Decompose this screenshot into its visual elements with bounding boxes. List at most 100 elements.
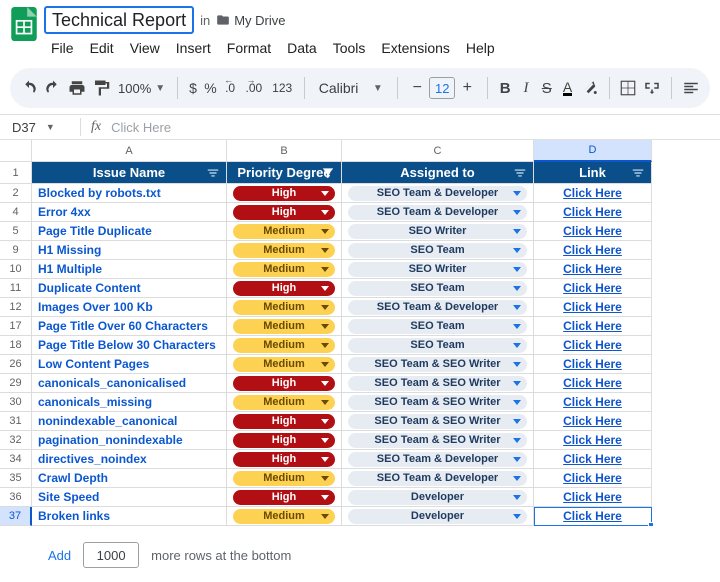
cell-link[interactable]: Click Here	[534, 184, 652, 203]
cell-link[interactable]: Click Here	[534, 336, 652, 355]
cell-assigned[interactable]: SEO Writer	[342, 260, 534, 279]
cell-assigned[interactable]: SEO Writer	[342, 222, 534, 241]
cell-issue[interactable]: Duplicate Content	[32, 279, 227, 298]
menu-format[interactable]: Format	[220, 36, 278, 60]
menu-edit[interactable]: Edit	[83, 36, 121, 60]
borders-button[interactable]	[619, 74, 637, 102]
assigned-chip[interactable]: SEO Writer	[348, 262, 527, 277]
assigned-chip[interactable]: SEO Team & Developer	[348, 205, 527, 220]
cell-issue[interactable]: Page Title Duplicate	[32, 222, 227, 241]
font-select[interactable]: Calibri▼	[315, 80, 387, 96]
row-header[interactable]: 10	[0, 260, 32, 279]
cell-link[interactable]: Click Here	[534, 450, 652, 469]
priority-pill[interactable]: Medium	[233, 262, 335, 277]
priority-pill[interactable]: Medium	[233, 319, 335, 334]
link-text[interactable]: Click Here	[563, 395, 622, 409]
priority-pill[interactable]: High	[233, 376, 335, 391]
cell-issue[interactable]: Low Content Pages	[32, 355, 227, 374]
print-button[interactable]	[68, 74, 86, 102]
link-text[interactable]: Click Here	[563, 281, 622, 295]
menu-extensions[interactable]: Extensions	[374, 36, 456, 60]
cell-assigned[interactable]: SEO Team & Developer	[342, 469, 534, 488]
priority-pill[interactable]: High	[233, 414, 335, 429]
add-rows-count[interactable]: 1000	[83, 542, 139, 568]
priority-pill[interactable]: High	[233, 205, 335, 220]
doc-title[interactable]: Technical Report	[44, 6, 194, 34]
priority-pill[interactable]: Medium	[233, 471, 335, 486]
menu-tools[interactable]: Tools	[326, 36, 373, 60]
link-text[interactable]: Click Here	[563, 186, 622, 200]
menu-file[interactable]: File	[44, 36, 81, 60]
cell-link[interactable]: Click Here	[534, 374, 652, 393]
link-text[interactable]: Click Here	[563, 452, 622, 466]
fill-color-button[interactable]	[581, 74, 599, 102]
cell-priority[interactable]: High	[227, 279, 342, 298]
link-text[interactable]: Click Here	[563, 262, 622, 276]
col-header-d[interactable]: D	[534, 140, 652, 162]
assigned-chip[interactable]: Developer	[348, 490, 527, 505]
link-text[interactable]: Click Here	[563, 224, 622, 238]
row-header[interactable]: 2	[0, 184, 32, 203]
name-box[interactable]: D37▼	[0, 120, 70, 135]
cell-assigned[interactable]: SEO Team & Developer	[342, 298, 534, 317]
link-text[interactable]: Click Here	[563, 319, 622, 333]
undo-button[interactable]	[20, 74, 38, 102]
cell-issue[interactable]: H1 Missing	[32, 241, 227, 260]
assigned-chip[interactable]: SEO Team & Developer	[348, 300, 527, 315]
cell-link[interactable]: Click Here	[534, 412, 652, 431]
text-color-button[interactable]: A	[560, 74, 575, 102]
assigned-chip[interactable]: Developer	[348, 509, 527, 524]
filter-icon[interactable]	[631, 166, 645, 180]
cell-issue[interactable]: Page Title Over 60 Characters	[32, 317, 227, 336]
decrease-font-button[interactable]: −	[407, 74, 427, 102]
row-header[interactable]: 4	[0, 203, 32, 222]
row-header[interactable]: 12	[0, 298, 32, 317]
link-text[interactable]: Click Here	[563, 509, 622, 523]
cell-priority[interactable]: Medium	[227, 469, 342, 488]
select-all-corner[interactable]	[0, 140, 32, 162]
priority-pill[interactable]: Medium	[233, 300, 335, 315]
priority-pill[interactable]: High	[233, 452, 335, 467]
link-text[interactable]: Click Here	[563, 414, 622, 428]
cell-assigned[interactable]: Developer	[342, 488, 534, 507]
cell-link[interactable]: Click Here	[534, 241, 652, 260]
row-header[interactable]: 29	[0, 374, 32, 393]
spreadsheet-grid[interactable]: A B C D 1Issue NamePriority DegreeAssign…	[0, 140, 720, 526]
cell-link[interactable]: Click Here	[534, 317, 652, 336]
row-header[interactable]: 5	[0, 222, 32, 241]
font-size-field[interactable]: 12	[429, 77, 455, 99]
increase-font-button[interactable]: +	[457, 74, 477, 102]
formula-input[interactable]: Click Here	[111, 120, 171, 135]
priority-pill[interactable]: High	[233, 186, 335, 201]
cell-link[interactable]: Click Here	[534, 222, 652, 241]
cell-priority[interactable]: Medium	[227, 507, 342, 526]
cell-assigned[interactable]: SEO Team & SEO Writer	[342, 355, 534, 374]
menu-view[interactable]: View	[123, 36, 167, 60]
cell-issue[interactable]: Images Over 100 Kb	[32, 298, 227, 317]
priority-pill[interactable]: Medium	[233, 357, 335, 372]
merge-button[interactable]	[643, 74, 661, 102]
priority-pill[interactable]: High	[233, 433, 335, 448]
cell-assigned[interactable]: Developer	[342, 507, 534, 526]
cell-assigned[interactable]: SEO Team	[342, 279, 534, 298]
cell-priority[interactable]: Medium	[227, 260, 342, 279]
link-text[interactable]: Click Here	[563, 471, 622, 485]
cell-issue[interactable]: Broken links	[32, 507, 227, 526]
assigned-chip[interactable]: SEO Team & SEO Writer	[348, 433, 527, 448]
cell-priority[interactable]: High	[227, 374, 342, 393]
cell-link[interactable]: Click Here	[534, 260, 652, 279]
row-header[interactable]: 31	[0, 412, 32, 431]
cell-link[interactable]: Click Here	[534, 507, 652, 526]
cell-issue[interactable]: Page Title Below 30 Characters	[32, 336, 227, 355]
header-assigned[interactable]: Assigned to	[342, 162, 534, 184]
cell-assigned[interactable]: SEO Team & Developer	[342, 450, 534, 469]
header-issue[interactable]: Issue Name	[32, 162, 227, 184]
assigned-chip[interactable]: SEO Team & SEO Writer	[348, 414, 527, 429]
number-format-button[interactable]: 123	[270, 74, 294, 102]
cell-priority[interactable]: Medium	[227, 298, 342, 317]
cell-issue[interactable]: Error 4xx	[32, 203, 227, 222]
cell-assigned[interactable]: SEO Team	[342, 336, 534, 355]
cell-priority[interactable]: High	[227, 184, 342, 203]
assigned-chip[interactable]: SEO Team & SEO Writer	[348, 395, 527, 410]
link-text[interactable]: Click Here	[563, 300, 622, 314]
